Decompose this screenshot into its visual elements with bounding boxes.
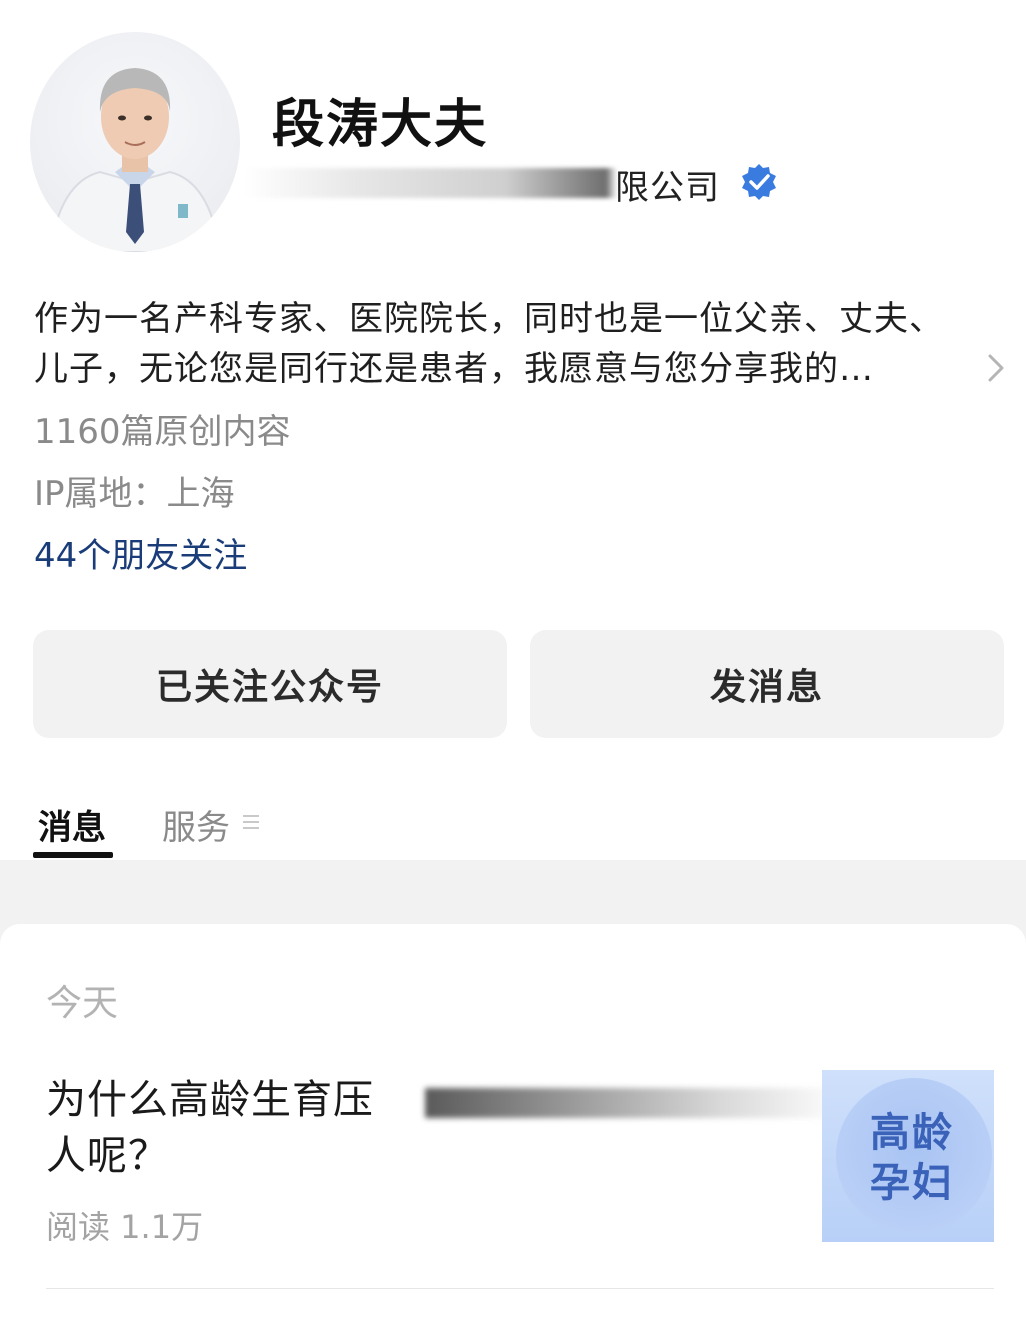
bio-line: 作为一名产科专家、医院院长，同时也是一位父亲、丈夫、 [34,299,944,339]
article-title-line: 人呢？ [46,1133,169,1179]
tab-services[interactable]: 服务 [162,800,230,849]
verified-badge-icon [742,164,776,200]
date-label: 今天 [46,983,119,1024]
followed-account-button[interactable]: 已关注公众号 [33,630,507,738]
menu-icon[interactable] [243,812,259,832]
ip-location: IP属地：上海 [34,474,235,514]
active-tab-indicator [33,852,113,858]
bio-line: 儿子，无论您是同行还是患者，我愿意与您分享我的… [34,349,874,389]
send-message-button[interactable]: 发消息 [530,630,1004,738]
chevron-right-icon[interactable] [984,350,1008,386]
tab-messages[interactable]: 消息 [38,800,106,849]
article-thumbnail[interactable]: 高龄 孕妇 [822,1070,994,1242]
read-count: 阅读 1.1万 [46,1208,204,1246]
bio[interactable]: 作为一名产科专家、医院院长，同时也是一位父亲、丈夫、 儿子，无论您是同行还是患者… [34,294,994,394]
thumbnail-text: 高龄 孕妇 [852,1108,972,1208]
company-name: 限公司 [615,168,720,208]
redacted-company-name [245,168,617,198]
redacted-title-text [425,1088,845,1118]
thumbnail-text-line: 孕妇 [870,1160,954,1206]
account-name: 段涛大夫 [272,95,489,155]
avatar[interactable] [30,32,240,252]
original-content-count[interactable]: 1160篇原创内容 [34,404,291,453]
friends-following-link[interactable]: 44个朋友关注 [34,528,247,577]
thumbnail-text-line: 高龄 [870,1110,954,1156]
company-row[interactable]: 限公司 [245,158,805,208]
divider [46,1288,994,1289]
